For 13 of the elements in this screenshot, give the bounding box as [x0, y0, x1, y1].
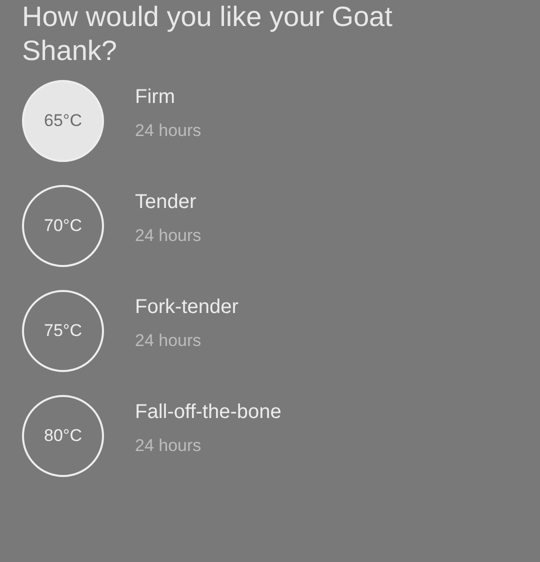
temperature-option[interactable]: 65°C [22, 80, 104, 162]
page-title: How would you like your Goat Shank? [21, 0, 394, 68]
cooking-duration: 24 hours [135, 120, 202, 142]
temperature-option[interactable]: 75°C [22, 290, 104, 372]
cooking-duration: 24 hours [135, 224, 202, 247]
temperature-option[interactable]: 70°C [22, 184, 104, 266]
option-name: Fall-off-the-bone [135, 400, 282, 425]
option-name: Fork-tender [135, 294, 238, 320]
option-name: Tender [135, 190, 198, 215]
cooking-duration: 24 hours [135, 330, 202, 352]
temperature-option[interactable]: 80°C [22, 394, 104, 476]
cooking-duration: 24 hours [135, 434, 202, 457]
option-name: Firm [135, 84, 176, 110]
